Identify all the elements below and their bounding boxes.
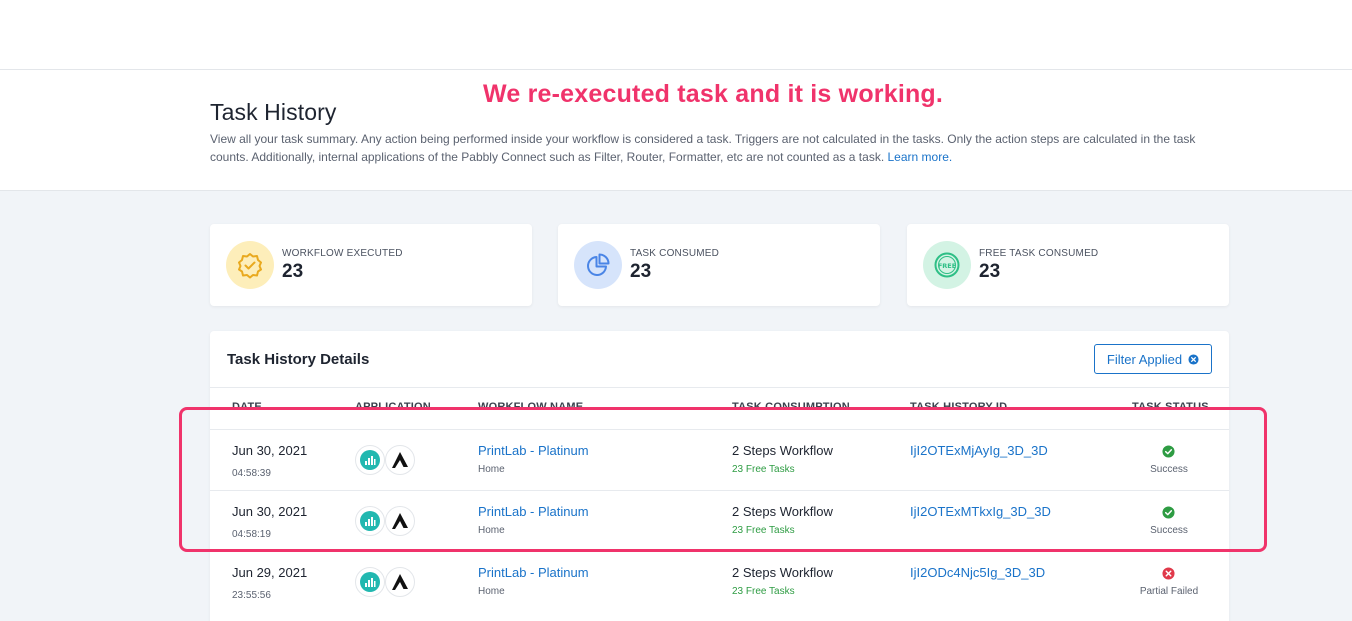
- task-consumption: 2 Steps Workflow: [732, 565, 833, 580]
- table-row: Jun 30, 2021 04:58:39 PrintLab - Platinu…: [210, 429, 1229, 490]
- annotation-text: We re-executed task and it is working.: [483, 80, 944, 108]
- stat-label: FREE TASK CONSUMED: [979, 248, 1099, 259]
- free-tasks: 23 Free Tasks: [732, 586, 795, 597]
- divider: [210, 387, 1229, 388]
- column-header-workflow-name: WORKFLOW NAME: [478, 401, 584, 413]
- panel-title: Task History Details: [227, 351, 370, 368]
- stat-label: TASK CONSUMED: [630, 248, 720, 259]
- pie-chart-icon: [574, 241, 622, 289]
- column-header-date: DATE: [232, 401, 262, 413]
- row-date: Jun 30, 2021: [232, 443, 308, 458]
- workflow-folder: Home: [478, 525, 505, 536]
- printlab-app-icon: [355, 567, 385, 597]
- task-history-panel: Task History Details Filter Applied DATE…: [210, 331, 1229, 621]
- stat-value: 23: [630, 261, 652, 282]
- success-check-icon: [1162, 506, 1175, 519]
- success-check-icon: [1162, 445, 1175, 458]
- description-text: View all your task summary. Any action b…: [210, 132, 1196, 164]
- workflow-name-link[interactable]: PrintLab - Platinum: [478, 565, 589, 580]
- application-icons: [355, 567, 415, 599]
- failed-x-icon: [1162, 567, 1175, 580]
- status-text: Partial Failed: [1139, 586, 1199, 597]
- free-badge-icon: FREE: [923, 241, 971, 289]
- free-tasks: 23 Free Tasks: [732, 525, 795, 536]
- stat-value: 23: [282, 261, 304, 282]
- application-icons: [355, 445, 415, 477]
- badge-check-icon: [226, 241, 274, 289]
- workflow-folder: Home: [478, 464, 505, 475]
- printlab-app-icon: [355, 445, 385, 475]
- svg-text:FREE: FREE: [938, 262, 956, 270]
- stat-card-free-task-consumed: FREE FREE TASK CONSUMED 23: [907, 224, 1229, 306]
- workflow-name-link[interactable]: PrintLab - Platinum: [478, 443, 589, 458]
- row-date: Jun 29, 2021: [232, 565, 308, 580]
- task-consumption: 2 Steps Workflow: [732, 443, 833, 458]
- application-icons: [355, 506, 415, 538]
- row-time: 23:55:56: [232, 590, 271, 601]
- status-text: Success: [1150, 464, 1188, 475]
- platinum-app-icon: [385, 445, 415, 475]
- stat-label: WORKFLOW EXECUTED: [282, 248, 403, 259]
- column-header-task-status: TASK STATUS: [1132, 401, 1209, 413]
- table-row: Jun 30, 2021 04:58:19 PrintLab - Platinu…: [210, 490, 1229, 551]
- row-time: 04:58:39: [232, 468, 271, 479]
- column-header-application: APPLICATION: [355, 401, 431, 413]
- task-history-id-link[interactable]: IjI2OTExMjAyIg_3D_3D: [910, 443, 1048, 458]
- platinum-app-icon: [385, 567, 415, 597]
- stat-value: 23: [979, 261, 1001, 282]
- filter-label: Filter Applied: [1106, 351, 1183, 367]
- filter-applied-button[interactable]: Filter Applied: [1094, 344, 1212, 374]
- task-history-id-link[interactable]: IjI2OTExMTkxIg_3D_3D: [910, 504, 1051, 519]
- task-history-id-link[interactable]: IjI2ODc4Njc5Ig_3D_3D: [910, 565, 1045, 580]
- stat-card-workflow-executed: WORKFLOW EXECUTED 23: [210, 224, 532, 306]
- status-text: Success: [1150, 525, 1188, 536]
- workflow-folder: Home: [478, 586, 505, 597]
- table-row: Jun 29, 2021 23:55:56 PrintLab - Platinu…: [210, 551, 1229, 612]
- page-title: Task History: [210, 99, 337, 125]
- column-header-task-history-id: TASK HISTORY ID: [910, 401, 1008, 413]
- page-description: View all your task summary. Any action b…: [210, 131, 1210, 166]
- platinum-app-icon: [385, 506, 415, 536]
- row-date: Jun 30, 2021: [232, 504, 308, 519]
- column-header-task-consumption: TASK CONSUMPTION: [732, 401, 850, 413]
- task-consumption: 2 Steps Workflow: [732, 504, 833, 519]
- printlab-app-icon: [355, 506, 385, 536]
- stat-card-task-consumed: TASK CONSUMED 23: [558, 224, 880, 306]
- free-tasks: 23 Free Tasks: [732, 464, 795, 475]
- close-circle-icon[interactable]: [1188, 353, 1199, 365]
- workflow-name-link[interactable]: PrintLab - Platinum: [478, 504, 589, 519]
- learn-more-link[interactable]: Learn more.: [888, 150, 953, 164]
- top-navbar: [0, 0, 1352, 70]
- row-time: 04:58:19: [232, 529, 271, 540]
